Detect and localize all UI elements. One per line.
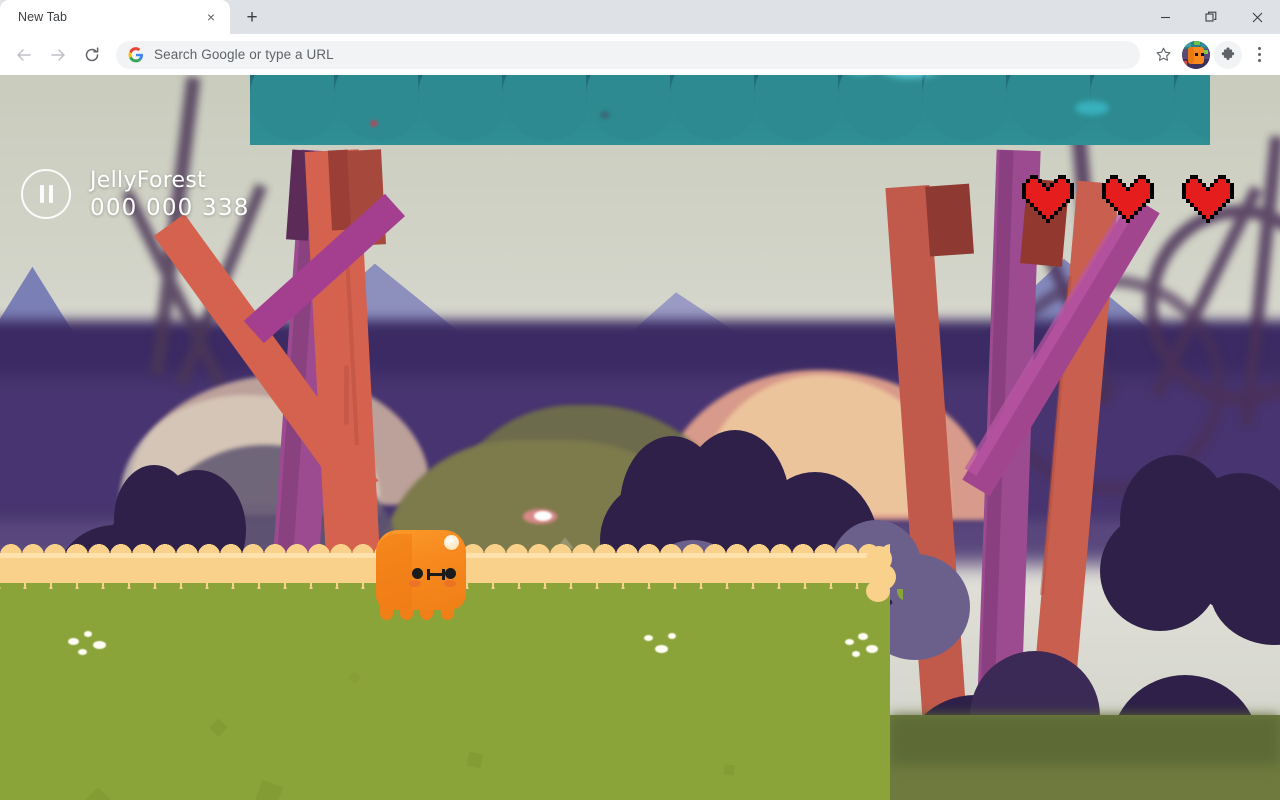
maximize-icon[interactable] <box>1188 0 1234 34</box>
extensions-puzzle-icon[interactable] <box>1214 40 1242 69</box>
tab-close-icon[interactable]: × <box>202 8 220 26</box>
toolbar-actions <box>1148 40 1272 70</box>
forward-icon[interactable] <box>42 39 74 71</box>
back-icon[interactable] <box>8 39 40 71</box>
browser-window: New Tab × + Search Google or type a URL … <box>0 0 1280 800</box>
address-bar-input[interactable]: Search Google or type a URL <box>154 47 1128 62</box>
right-ground-shade <box>890 715 1280 765</box>
chrome-menu-icon[interactable] <box>1246 40 1272 70</box>
tab-strip: New Tab × + <box>0 0 1280 34</box>
jelly-highlight <box>444 535 459 550</box>
jelly-character[interactable] <box>376 530 466 625</box>
jelly-cheek-left <box>409 580 421 587</box>
jelly-mouth <box>427 569 445 580</box>
browser-toolbar: Search Google or type a URL <box>0 34 1280 75</box>
canopy-foliage <box>0 75 1280 155</box>
bush-right-dark <box>1100 455 1280 645</box>
close-icon[interactable] <box>1234 0 1280 34</box>
jelly-eye-left <box>412 568 423 579</box>
tab-new-tab[interactable]: New Tab × <box>0 0 230 34</box>
address-bar[interactable]: Search Google or type a URL <box>116 40 1140 69</box>
bookmark-star-icon[interactable] <box>1148 40 1178 70</box>
platform-right-cap <box>866 544 900 604</box>
profile-avatar[interactable] <box>1182 40 1210 69</box>
jelly-body-shade <box>376 534 412 610</box>
collectible-glow <box>534 511 552 521</box>
jelly-cheek-right <box>444 580 456 587</box>
jelly-eye-right <box>445 568 456 579</box>
tab-title: New Tab <box>18 10 68 24</box>
game-viewport[interactable]: JellyForest 000 000 338 <box>0 75 1280 800</box>
new-tab-button[interactable]: + <box>238 3 266 31</box>
window-controls <box>1142 0 1280 34</box>
reload-icon[interactable] <box>76 39 108 71</box>
minimize-icon[interactable] <box>1142 0 1188 34</box>
google-icon <box>128 46 144 62</box>
